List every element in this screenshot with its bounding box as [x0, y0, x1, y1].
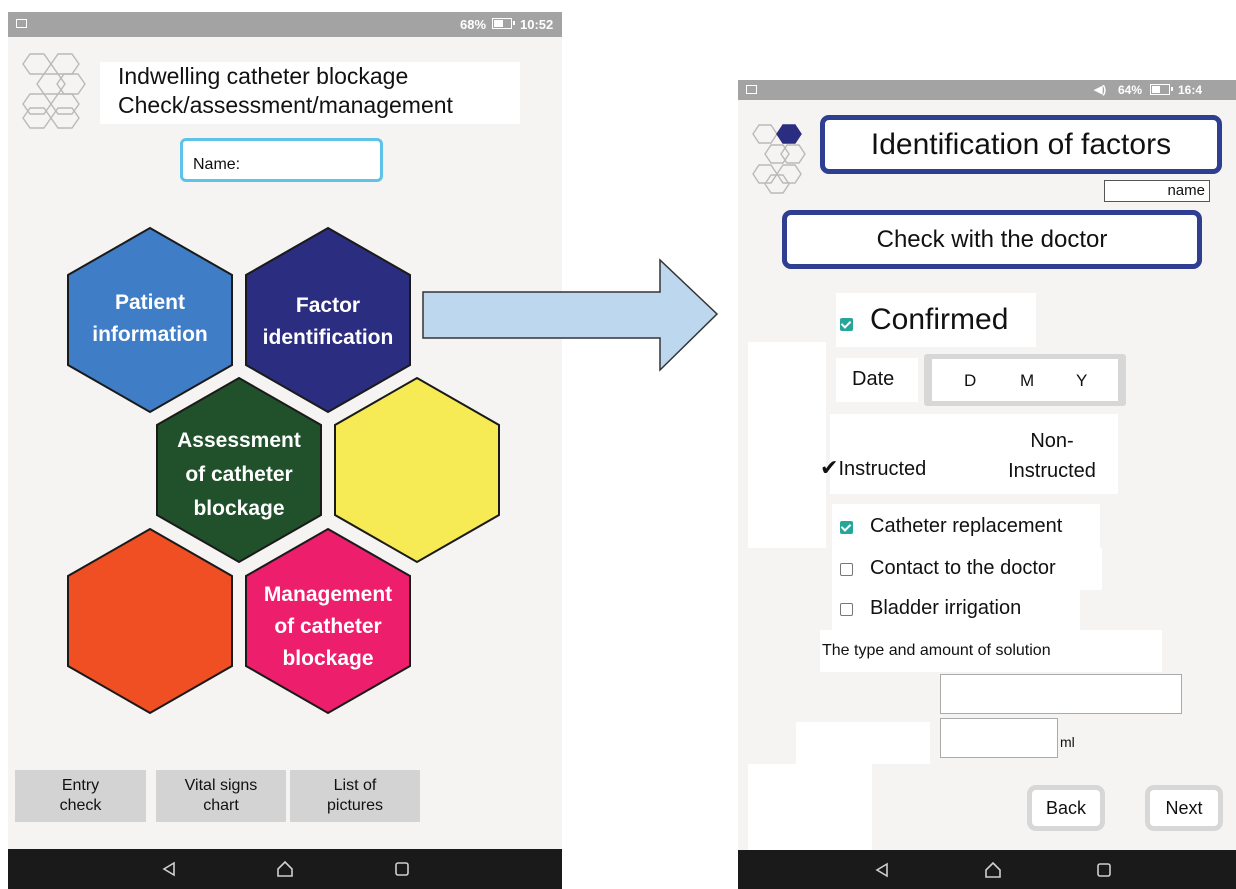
name-field[interactable]: name — [1104, 180, 1210, 202]
hex-label-line: of catheter — [185, 463, 293, 486]
option-label: Contact to the doctor — [870, 557, 1056, 579]
hex-label-line: of catheter — [274, 615, 382, 638]
solution-type-input[interactable] — [940, 674, 1182, 714]
vital-signs-chart-button[interactable]: Vital signs chart — [156, 770, 286, 822]
non-instructed-option[interactable]: Non- Instructed — [988, 426, 1116, 486]
right-screen: ◀︎) 64% 16:4 Identification of factors n… — [738, 80, 1236, 889]
entry-check-button[interactable]: Entry check — [15, 770, 146, 822]
back-nav-icon[interactable] — [161, 861, 177, 877]
left-screen: 68% 10:52 Indwelling catheter blockage C… — [8, 12, 562, 889]
contact-doctor-checkbox[interactable] — [840, 563, 853, 576]
confirmed-row[interactable]: Confirmed — [836, 293, 1036, 347]
blank-label-box — [796, 722, 930, 764]
hex-label-line: Assessment — [177, 429, 301, 452]
hex-label-assessment: Assessment of catheter blockage — [157, 428, 321, 522]
date-picker-inner: D M Y — [932, 359, 1118, 401]
date-label: Date — [852, 368, 895, 390]
hex-label-line: Management — [263, 583, 393, 606]
instruction-choice: ✔Instructed Non- Instructed — [820, 414, 1118, 494]
confirmed-checkbox[interactable] — [840, 318, 853, 331]
hex-label-line: Factor — [295, 294, 361, 317]
date-picker[interactable]: D M Y — [924, 354, 1126, 406]
option-bladder-irrigation[interactable]: Bladder irrigation — [832, 590, 1080, 632]
back-button[interactable]: Back — [1032, 790, 1100, 826]
checkmark-icon: ✔ — [820, 455, 839, 480]
instructed-option[interactable]: ✔Instructed — [820, 455, 926, 481]
option-contact-doctor[interactable]: Contact to the doctor — [832, 548, 1102, 590]
date-day[interactable]: D — [964, 371, 976, 391]
clock: 16:4 — [1178, 83, 1203, 97]
confirmed-label: Confirmed — [870, 303, 1009, 336]
blank-panel — [748, 342, 826, 548]
android-nav-bar — [738, 850, 1236, 889]
solution-amount-input[interactable] — [940, 718, 1058, 758]
list-of-pictures-button[interactable]: List of pictures — [290, 770, 420, 822]
option-label: Bladder irrigation — [870, 597, 1022, 619]
hex-label-factor: Factor identification — [246, 293, 410, 351]
non-instructed-line: Non- — [1030, 430, 1074, 452]
hex-label-line: blockage — [282, 647, 374, 670]
hex-empty-yellow[interactable] — [334, 376, 500, 564]
button-line: List of — [333, 777, 377, 794]
battery-icon — [1150, 84, 1173, 95]
battery-percent: 64% — [1118, 83, 1143, 97]
page-title: Identification of factors — [820, 115, 1222, 174]
button-line: chart — [203, 797, 239, 814]
home-nav-icon[interactable] — [276, 860, 294, 878]
hex-label-line: Patient — [114, 291, 185, 314]
button-line: Vital signs — [184, 777, 258, 794]
bladder-irrigation-checkbox[interactable] — [840, 603, 853, 616]
recents-nav-icon[interactable] — [1096, 862, 1112, 878]
instructed-label: Instructed — [838, 458, 927, 480]
back-nav-icon[interactable] — [874, 862, 890, 878]
recents-nav-icon[interactable] — [394, 861, 410, 877]
option-catheter-replacement[interactable]: Catheter replacement — [832, 504, 1100, 550]
date-label-box: Date — [836, 358, 918, 402]
unit-label: ml — [1060, 734, 1075, 750]
button-line: check — [59, 797, 102, 814]
catheter-replacement-checkbox[interactable] — [840, 521, 853, 534]
solution-label-box: The type and amount of solution — [820, 630, 1162, 672]
button-line: pictures — [326, 797, 384, 814]
date-year[interactable]: Y — [1076, 371, 1087, 391]
hex-label-line: blockage — [193, 497, 285, 520]
status-bar: ◀︎) 64% 16:4 — [738, 80, 1236, 100]
non-instructed-line: Instructed — [1008, 460, 1096, 482]
hex-label-patient: Patient information — [68, 290, 232, 348]
hex-label-line: information — [92, 323, 208, 346]
hex-label-management: Management of catheter blockage — [246, 582, 410, 672]
hex-label-line: identification — [262, 326, 394, 349]
solution-label: The type and amount of solution — [822, 642, 1051, 659]
check-with-doctor-header: Check with the doctor — [782, 210, 1202, 269]
date-month[interactable]: M — [1020, 371, 1034, 391]
home-nav-icon[interactable] — [984, 861, 1002, 879]
transition-arrow-icon — [422, 258, 719, 372]
image-notification-icon — [746, 85, 757, 94]
next-button[interactable]: Next — [1150, 790, 1218, 826]
honeycomb-logo-icon — [752, 124, 806, 194]
option-label: Catheter replacement — [870, 515, 1063, 537]
hex-empty-orange[interactable] — [67, 527, 233, 715]
mute-icon: ◀︎) — [1094, 84, 1107, 96]
button-line: Entry — [61, 777, 100, 794]
android-nav-bar — [8, 849, 562, 889]
blank-panel — [748, 764, 872, 850]
